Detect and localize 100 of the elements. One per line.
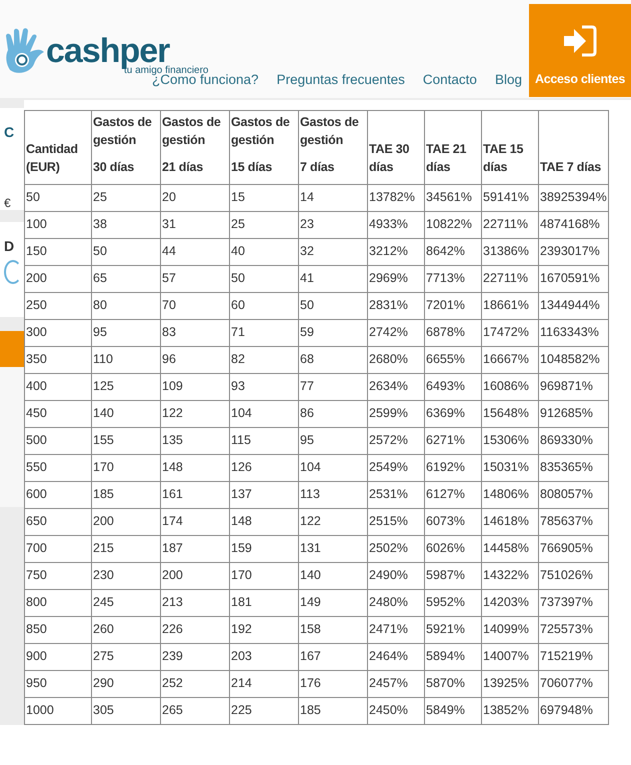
- table-cell: 2531%: [368, 482, 424, 508]
- table-cell: 13782%: [368, 184, 424, 212]
- table-cell: 6369%: [424, 400, 482, 428]
- table-cell: 260: [92, 616, 160, 644]
- table-cell: 950: [24, 670, 92, 698]
- table-cell: 17472%: [482, 320, 538, 346]
- table-cell: 245: [92, 590, 160, 616]
- table-cell: 500: [24, 428, 92, 454]
- table-cell: 725573%: [538, 616, 608, 644]
- table-cell: 93: [230, 374, 298, 400]
- table-cell: 110: [92, 346, 160, 374]
- table-cell: 15031%: [482, 454, 538, 482]
- table-cell: 3212%: [368, 238, 424, 266]
- table-cell: 70: [160, 292, 230, 320]
- table-cell: 5870%: [424, 670, 482, 698]
- table-cell: 135: [160, 428, 230, 454]
- table-cell: 7201%: [424, 292, 482, 320]
- nav-link[interactable]: Blog: [494, 72, 522, 87]
- table-cell: 161: [160, 482, 230, 508]
- column-header: TAE 7 días: [538, 110, 608, 184]
- table-cell: 137: [230, 482, 298, 508]
- table-cell: 185: [298, 698, 368, 724]
- nav-link[interactable]: Contacto: [422, 72, 477, 87]
- cut-currency-text: €: [4, 196, 11, 210]
- table-cell: 149: [298, 590, 368, 616]
- table-cell: 86: [298, 400, 368, 428]
- table-cell: 5952%: [424, 590, 482, 616]
- table-cell: 50: [24, 184, 92, 212]
- table-cell: 203: [230, 644, 298, 670]
- table-cell: 115: [230, 428, 298, 454]
- table-cell: 912685%: [538, 400, 608, 428]
- table-cell: 650: [24, 508, 92, 536]
- table-cell: 109: [160, 374, 230, 400]
- table-cell: 125: [92, 374, 160, 400]
- column-header: TAE 30 días: [368, 110, 424, 184]
- table-cell: 2450%: [368, 698, 424, 724]
- table-cell: 290: [92, 670, 160, 698]
- table-cell: 2969%: [368, 266, 424, 292]
- table-cell: 60: [230, 292, 298, 320]
- table-cell: 2572%: [368, 428, 424, 454]
- table-cell: 44: [160, 238, 230, 266]
- table-cell: 800: [24, 590, 92, 616]
- table-cell: 34561%: [424, 184, 482, 212]
- table-cell: 41: [298, 266, 368, 292]
- table-cell: 2599%: [368, 400, 424, 428]
- column-header: Gastos de gestión 30 días: [92, 110, 160, 184]
- table-cell: 2457%: [368, 670, 424, 698]
- table-cell: 25: [230, 212, 298, 238]
- table-cell: 20: [160, 184, 230, 212]
- table-cell: 5849%: [424, 698, 482, 724]
- table-cell: 265: [160, 698, 230, 724]
- table-cell: 230: [92, 562, 160, 590]
- table-cell: 2490%: [368, 562, 424, 590]
- table-cell: 18661%: [482, 292, 538, 320]
- column-header: TAE 15 días: [482, 110, 538, 184]
- table-cell: 83: [160, 320, 230, 346]
- table-cell: 96: [160, 346, 230, 374]
- table-cell: 13925%: [482, 670, 538, 698]
- side-banner: [0, 331, 24, 367]
- table-cell: 95: [298, 428, 368, 454]
- table-cell: 450: [24, 400, 92, 428]
- table-cell: 187: [160, 536, 230, 562]
- table-cell: 750: [24, 562, 92, 590]
- table-cell: 22711%: [482, 212, 538, 238]
- table-cell: 31: [160, 212, 230, 238]
- table-cell: 192: [230, 616, 298, 644]
- table-cell: 14322%: [482, 562, 538, 590]
- table-cell: 252: [160, 670, 230, 698]
- table-cell: 785637%: [538, 508, 608, 536]
- table-cell: 32: [298, 238, 368, 266]
- table-cell: 14618%: [482, 508, 538, 536]
- table-cell: 104: [298, 454, 368, 482]
- table-cell: 80: [92, 292, 160, 320]
- table-cell: 835365%: [538, 454, 608, 482]
- table-cell: 65: [92, 266, 160, 292]
- table-cell: 4874168%: [538, 212, 608, 238]
- table-cell: 57: [160, 266, 230, 292]
- login-icon: [562, 24, 598, 58]
- table-cell: 126: [230, 454, 298, 482]
- table-cell: 850: [24, 616, 92, 644]
- table-cell: 350: [24, 346, 92, 374]
- table-cell: 150: [24, 238, 92, 266]
- table-cell: 1670591%: [538, 266, 608, 292]
- table-cell: 2464%: [368, 644, 424, 670]
- table-cell: 8642%: [424, 238, 482, 266]
- table-cell: 4933%: [368, 212, 424, 238]
- table-cell: 2502%: [368, 536, 424, 562]
- table-cell: 700: [24, 536, 92, 562]
- column-header: Gastos de gestión 21 días: [160, 110, 230, 184]
- table-cell: 706077%: [538, 670, 608, 698]
- table-cell: 174: [160, 508, 230, 536]
- table-cell: 38: [92, 212, 160, 238]
- table-cell: 14099%: [482, 616, 538, 644]
- table-cell: 50: [92, 238, 160, 266]
- table-cell: 122: [298, 508, 368, 536]
- nav-link[interactable]: Preguntas frecuentes: [276, 72, 405, 87]
- table-cell: 2515%: [368, 508, 424, 536]
- table-cell: 6271%: [424, 428, 482, 454]
- table-cell: 6655%: [424, 346, 482, 374]
- table-cell: 226: [160, 616, 230, 644]
